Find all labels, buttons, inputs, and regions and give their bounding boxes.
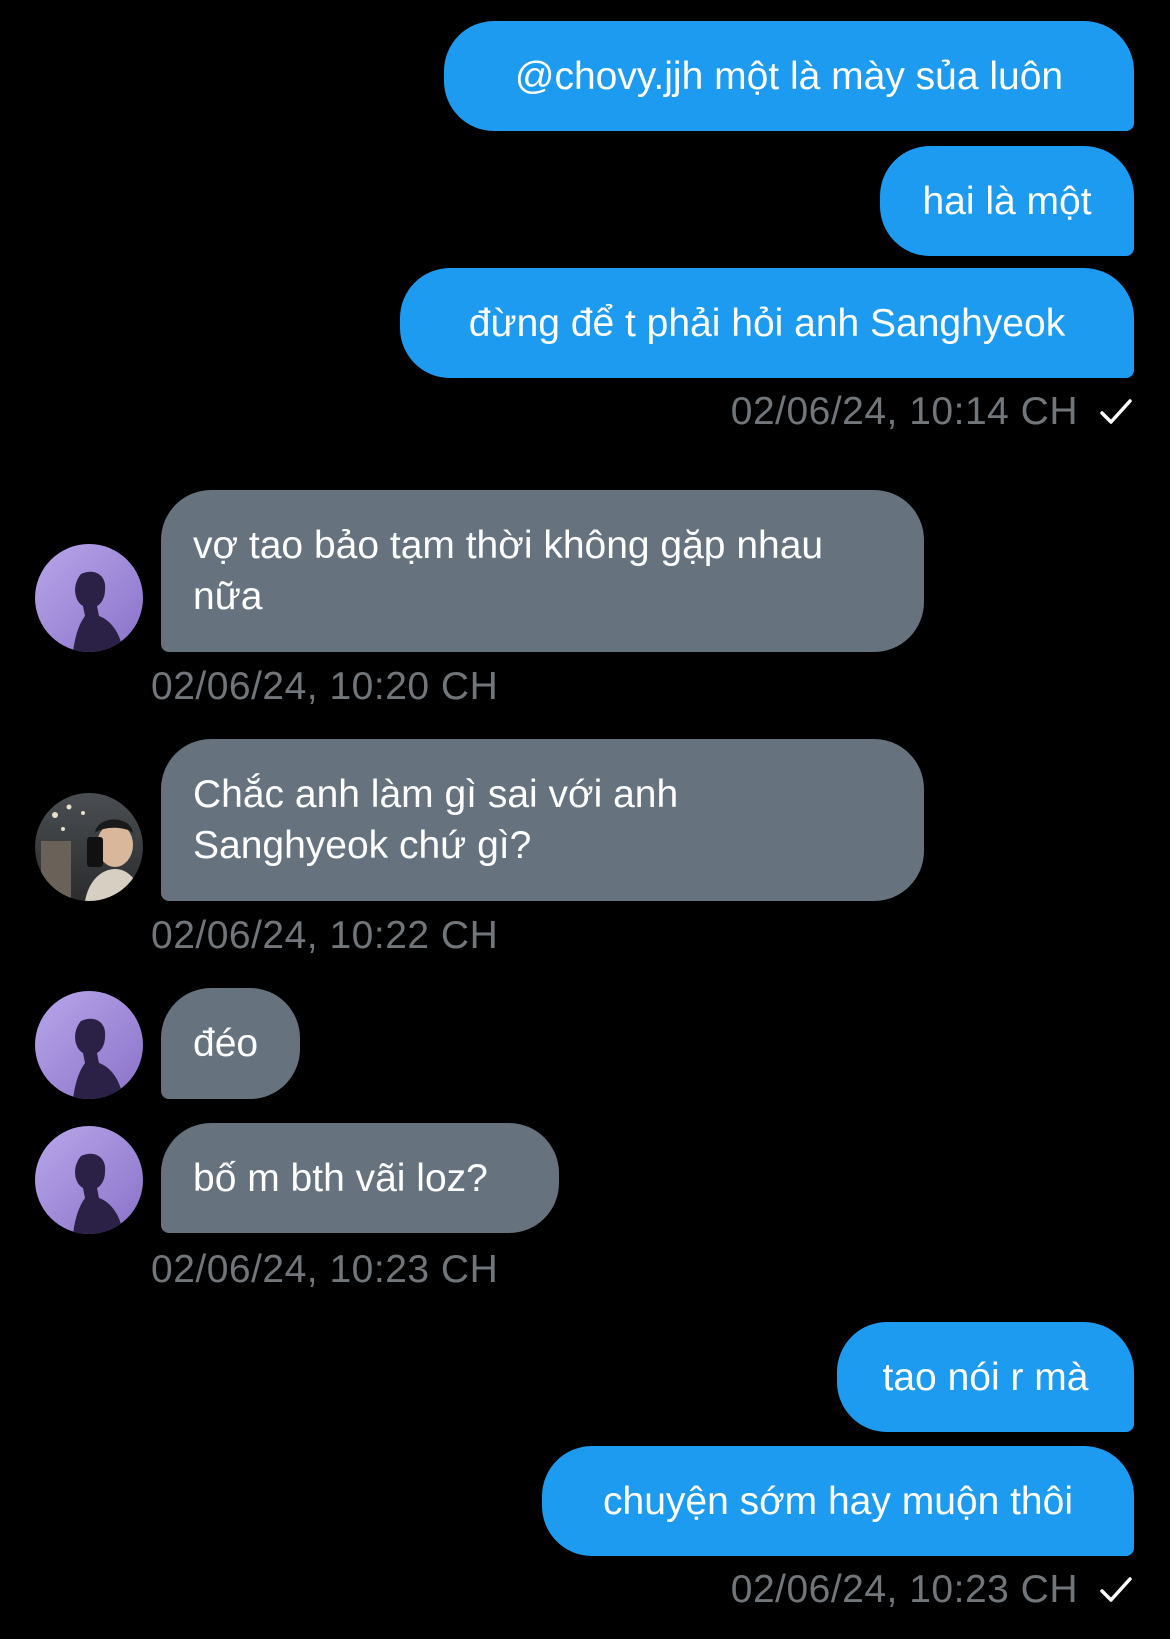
message-bubble-sent[interactable]: hai là một [880,146,1134,256]
message-text: hai là một [922,179,1092,223]
message-bubble-sent[interactable]: đừng để t phải hỏi anh Sanghyeok [400,268,1134,378]
message-timestamp: 02/06/24, 10:14 CH [731,390,1134,434]
message-text: vợ tao bảo tạm thời không gặp nhau nữa [193,524,824,618]
message-bubble-received[interactable]: bố m bth vãi loz? [161,1123,559,1233]
message-bubble-sent[interactable]: chuyện sớm hay muộn thôi [542,1446,1134,1556]
message-text: bố m bth vãi loz? [193,1156,488,1200]
message-timestamp: 02/06/24, 10:23 CH [151,1248,499,1291]
message-text: đừng để t phải hỏi anh Sanghyeok [468,301,1066,345]
avatar[interactable] [35,544,143,652]
message-text: tao nói r mà [882,1355,1089,1399]
silhouette-avatar-icon [35,1126,143,1234]
silhouette-avatar-icon [35,544,143,652]
selfie-avatar-icon [35,793,143,901]
silhouette-avatar-icon [35,991,143,1099]
message-bubble-received[interactable]: vợ tao bảo tạm thời không gặp nhau nữa [161,490,924,652]
message-bubble-received[interactable]: Chắc anh làm gì sai với anh Sanghyeok ch… [161,739,924,901]
message-timestamp: 02/06/24, 10:22 CH [151,914,499,957]
message-timestamp: 02/06/24, 10:23 CH [731,1568,1134,1612]
message-text: Chắc anh làm gì sai với anh Sanghyeok ch… [193,773,679,867]
message-bubble-sent[interactable]: tao nói r mà [837,1322,1134,1432]
avatar[interactable] [35,793,143,901]
message-text: đéo [193,1022,259,1065]
avatar[interactable] [35,1126,143,1234]
checkmark-icon [1100,399,1132,424]
message-text: @chovy.jjh một là mày sủa luôn [514,54,1064,98]
message-bubble-sent[interactable]: @chovy.jjh một là mày sủa luôn [444,21,1134,131]
message-timestamp: 02/06/24, 10:20 CH [151,665,499,708]
avatar[interactable] [35,991,143,1099]
message-text: chuyện sớm hay muộn thôi [603,1479,1073,1523]
message-bubble-received[interactable]: đéo [161,988,300,1099]
checkmark-icon [1100,1577,1132,1602]
